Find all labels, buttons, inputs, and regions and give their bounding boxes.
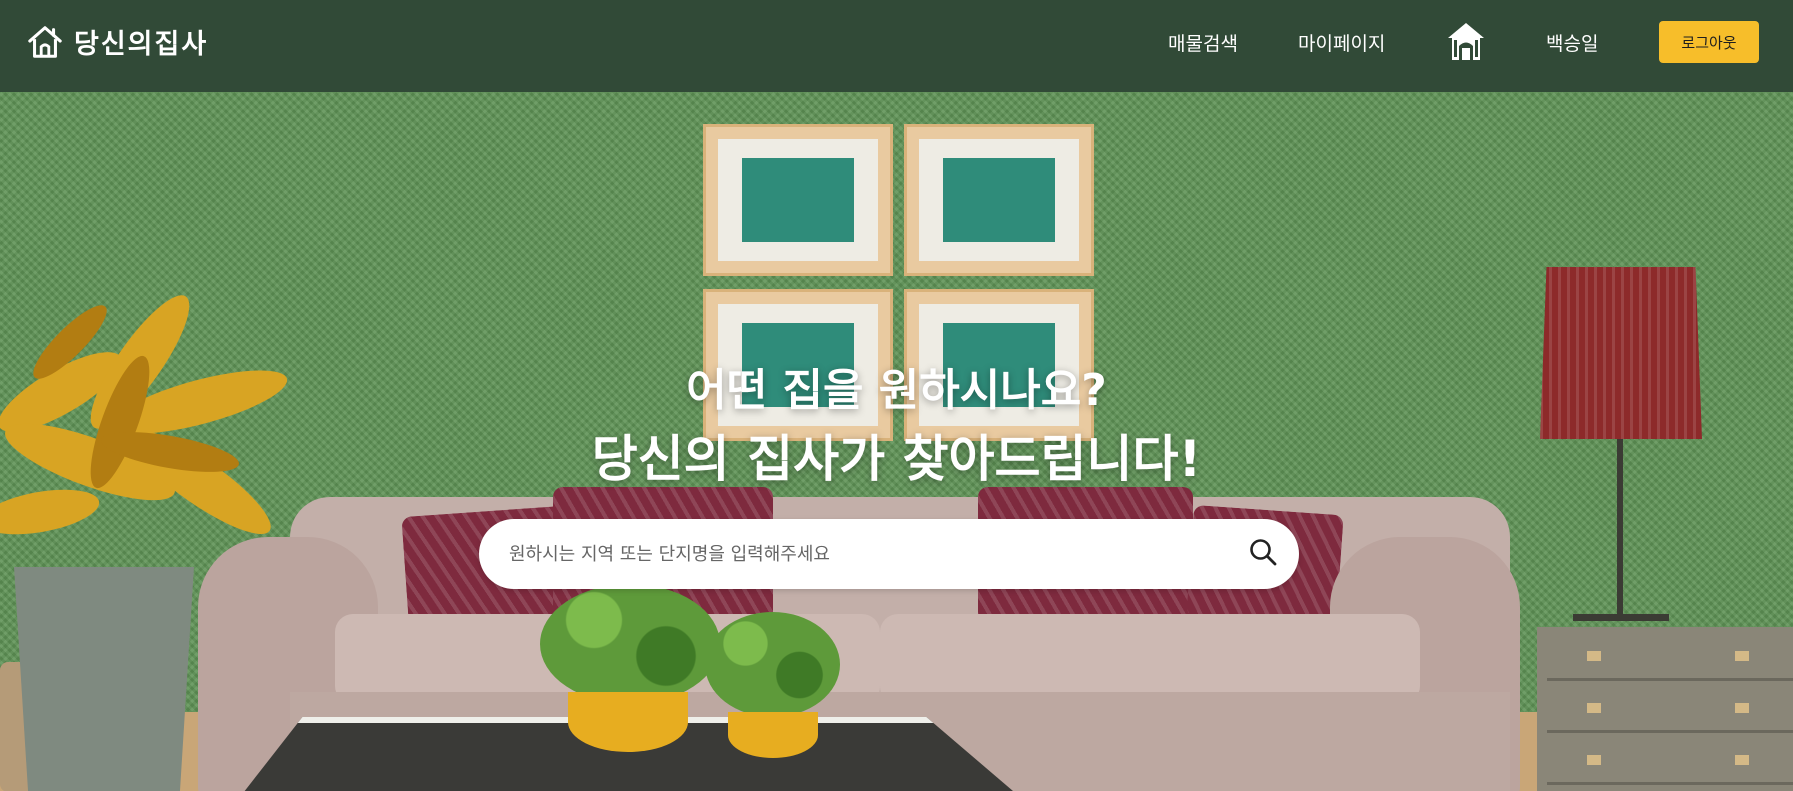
lamp-base xyxy=(1573,614,1669,621)
side-drawer xyxy=(1537,627,1793,791)
nav-property-search[interactable]: 매물검색 xyxy=(1168,29,1238,56)
small-plant-pot xyxy=(568,692,688,752)
sofa-seat xyxy=(880,614,1420,704)
headline-line-1: 어떤 집을 원하시나요? xyxy=(686,365,1107,416)
top-nav-bar: 당신의집사 매물검색 마이페이지 백승일 로그아웃 xyxy=(0,0,1793,92)
wall-frame xyxy=(703,124,893,276)
house-icon[interactable] xyxy=(1446,20,1486,62)
house-outline-icon xyxy=(28,25,62,58)
user-name[interactable]: 백승일 xyxy=(1546,29,1598,56)
wall-frame xyxy=(904,124,1094,276)
plant-pot xyxy=(14,567,194,791)
small-plant-pot xyxy=(728,712,818,758)
brand-name: 당신의집사 xyxy=(74,29,209,60)
small-plant xyxy=(705,612,840,717)
nav-mypage[interactable]: 마이페이지 xyxy=(1298,29,1385,56)
search-icon[interactable] xyxy=(1248,537,1278,567)
hero-headline: 어떤 집을 원하시나요? 당신의 집사가 찾아드립니다! xyxy=(0,358,1793,494)
search-input[interactable] xyxy=(509,532,1189,576)
brand-logo[interactable]: 당신의집사 xyxy=(26,22,208,61)
headline-line-2: 당신의 집사가 찾아드립니다! xyxy=(591,430,1202,488)
search-bar xyxy=(479,519,1299,589)
logout-button[interactable]: 로그아웃 xyxy=(1659,21,1759,63)
small-plant xyxy=(540,584,720,704)
